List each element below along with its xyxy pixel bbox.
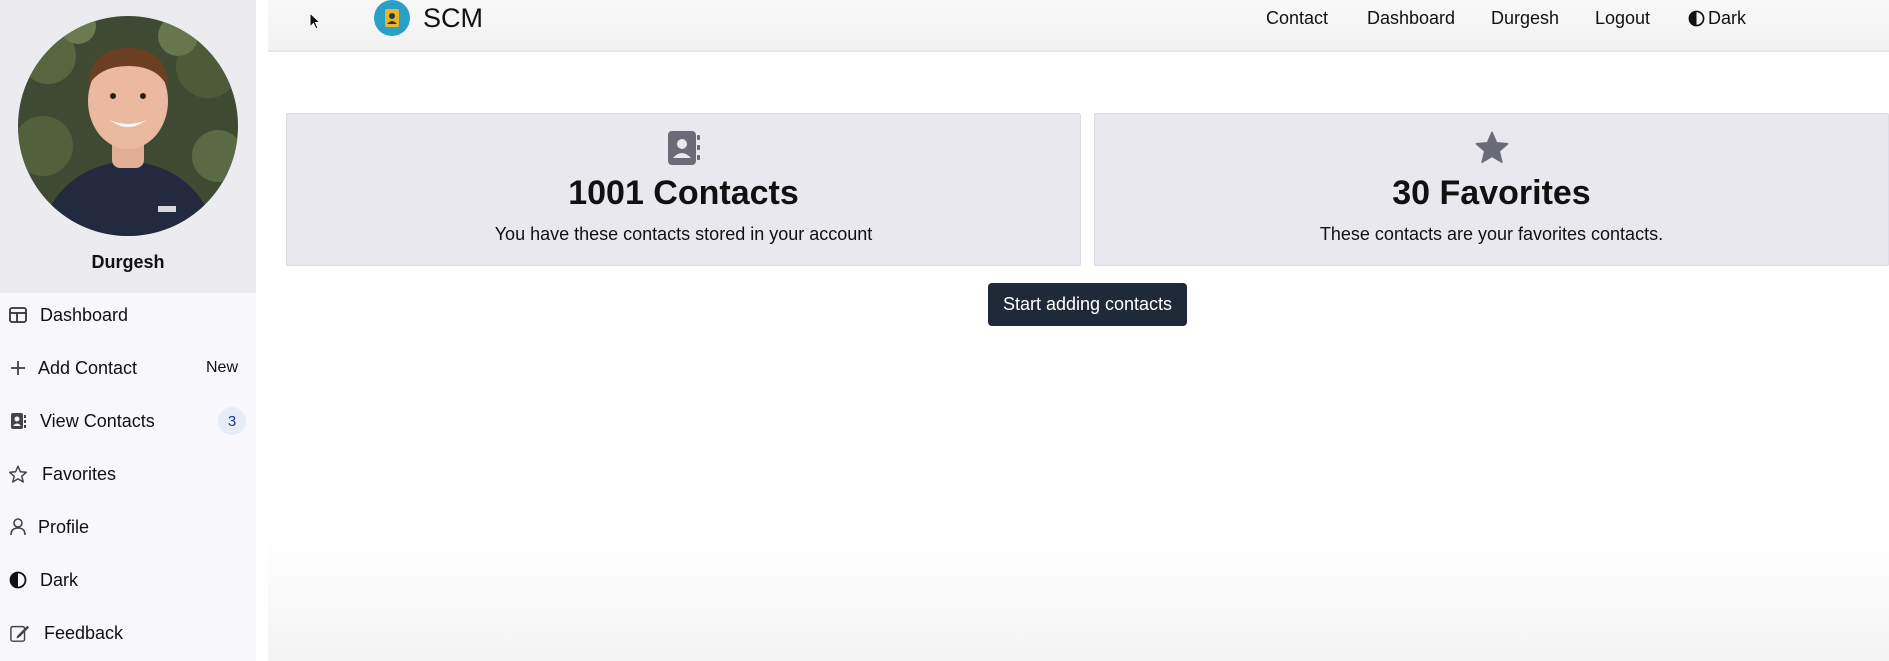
sidebar-item-label: Profile (38, 516, 90, 537)
user-icon (8, 517, 28, 537)
nav-dark-label: Dark (1708, 8, 1747, 28)
sidebar-item-feedback[interactable]: Feedback (0, 611, 256, 655)
contacts-count-badge: 3 (218, 407, 246, 435)
sidebar-item-view-contacts[interactable]: View Contacts 3 (0, 399, 256, 443)
sidebar-item-label: Feedback (44, 622, 124, 643)
contacts-count-description: You have these contacts stored in your a… (494, 224, 873, 244)
contacts-count-title: 1001 Contacts (568, 174, 799, 212)
sidebar-item-dark-mode[interactable]: Dark (0, 558, 256, 602)
star-icon (1473, 130, 1511, 171)
favorites-stat-card: 30 Favorites These contacts are your fav… (1094, 113, 1889, 266)
sidebar-item-label: Favorites (42, 463, 117, 484)
start-adding-contacts-button[interactable]: Start adding contacts (988, 283, 1187, 326)
new-badge: New (205, 359, 238, 376)
profile-card: Durgesh (0, 0, 256, 293)
nav-link-user[interactable]: Durgesh (1491, 8, 1559, 29)
contacts-stat-card: 1001 Contacts You have these contacts st… (286, 113, 1081, 266)
sidebar-item-label: Dashboard (40, 304, 129, 325)
sidebar: Durgesh Dashboard Add Contact New View C… (0, 0, 256, 661)
dashboard-icon (8, 305, 28, 325)
star-icon (8, 464, 28, 484)
favorites-count-description: These contacts are your favorites contac… (1319, 224, 1664, 244)
contact-book-icon (667, 130, 701, 171)
nav-dark-toggle[interactable]: Dark (1688, 8, 1746, 29)
plus-icon (8, 358, 28, 378)
nav-link-logout[interactable]: Logout (1595, 8, 1650, 29)
sidebar-item-favorites[interactable]: Favorites (0, 452, 256, 496)
sidebar-item-label: View Contacts (40, 410, 155, 431)
nav-link-dashboard[interactable]: Dashboard (1367, 8, 1455, 29)
contact-book-icon (8, 411, 28, 431)
brand-name[interactable]: SCM (423, 3, 483, 34)
favorites-count-title: 30 Favorites (1392, 174, 1591, 212)
top-navbar: SCM Contact Dashboard Durgesh Logout Dar… (268, 0, 1889, 52)
sidebar-item-label: Dark (40, 569, 79, 590)
sidebar-item-add-contact[interactable]: Add Contact New (0, 346, 256, 390)
sidebar-item-label: Add Contact (38, 357, 138, 378)
avatar[interactable] (18, 16, 238, 236)
user-name: Durgesh (91, 252, 165, 272)
brand-logo-icon[interactable] (374, 0, 410, 36)
mouse-cursor-icon (309, 12, 321, 30)
nav-link-contact[interactable]: Contact (1266, 8, 1328, 29)
theme-toggle-icon (8, 570, 28, 590)
sidebar-item-profile[interactable]: Profile (0, 505, 256, 549)
sidebar-item-dashboard[interactable]: Dashboard (0, 293, 256, 337)
feedback-icon (10, 623, 30, 643)
theme-toggle-icon (1688, 10, 1705, 27)
